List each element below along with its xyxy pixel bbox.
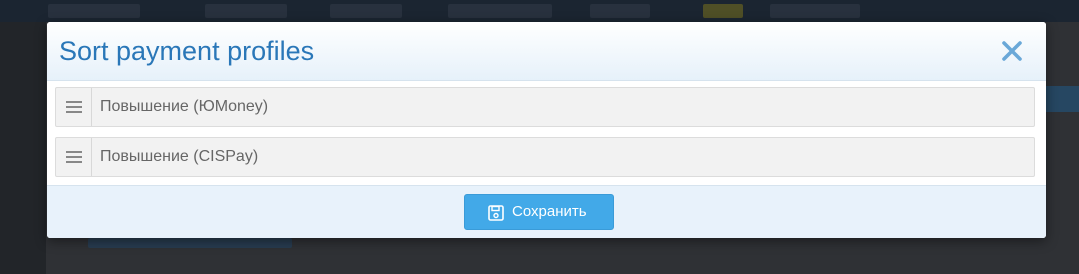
profile-label: Повышение (ЮMoney) [100, 98, 269, 115]
dialog-footer: Сохранить [47, 185, 1046, 238]
close-button[interactable] [1000, 39, 1024, 63]
profile-label: Повышение (CISPay) [100, 148, 259, 165]
drag-handle-icon [66, 151, 82, 163]
dialog-title: Sort payment profiles [59, 36, 315, 66]
sort-payment-profiles-dialog: Sort payment profiles Повышение (ЮMoney) [47, 22, 1046, 238]
list-item-profile[interactable]: Повышение (ЮMoney) [55, 87, 1035, 127]
save-button-label: Сохранить [512, 203, 587, 220]
floppy-disk-icon [488, 205, 504, 221]
drag-handle[interactable] [56, 138, 92, 176]
list-item-profile[interactable]: Повышение (CISPay) [55, 137, 1035, 177]
save-button[interactable]: Сохранить [464, 194, 614, 230]
profiles-sortable-list: Повышение (ЮMoney) Повышение (CISPay) [47, 81, 1046, 185]
close-icon [1002, 41, 1022, 61]
drag-handle[interactable] [56, 88, 92, 126]
dialog-header: Sort payment profiles [47, 22, 1046, 81]
drag-handle-icon [66, 101, 82, 113]
